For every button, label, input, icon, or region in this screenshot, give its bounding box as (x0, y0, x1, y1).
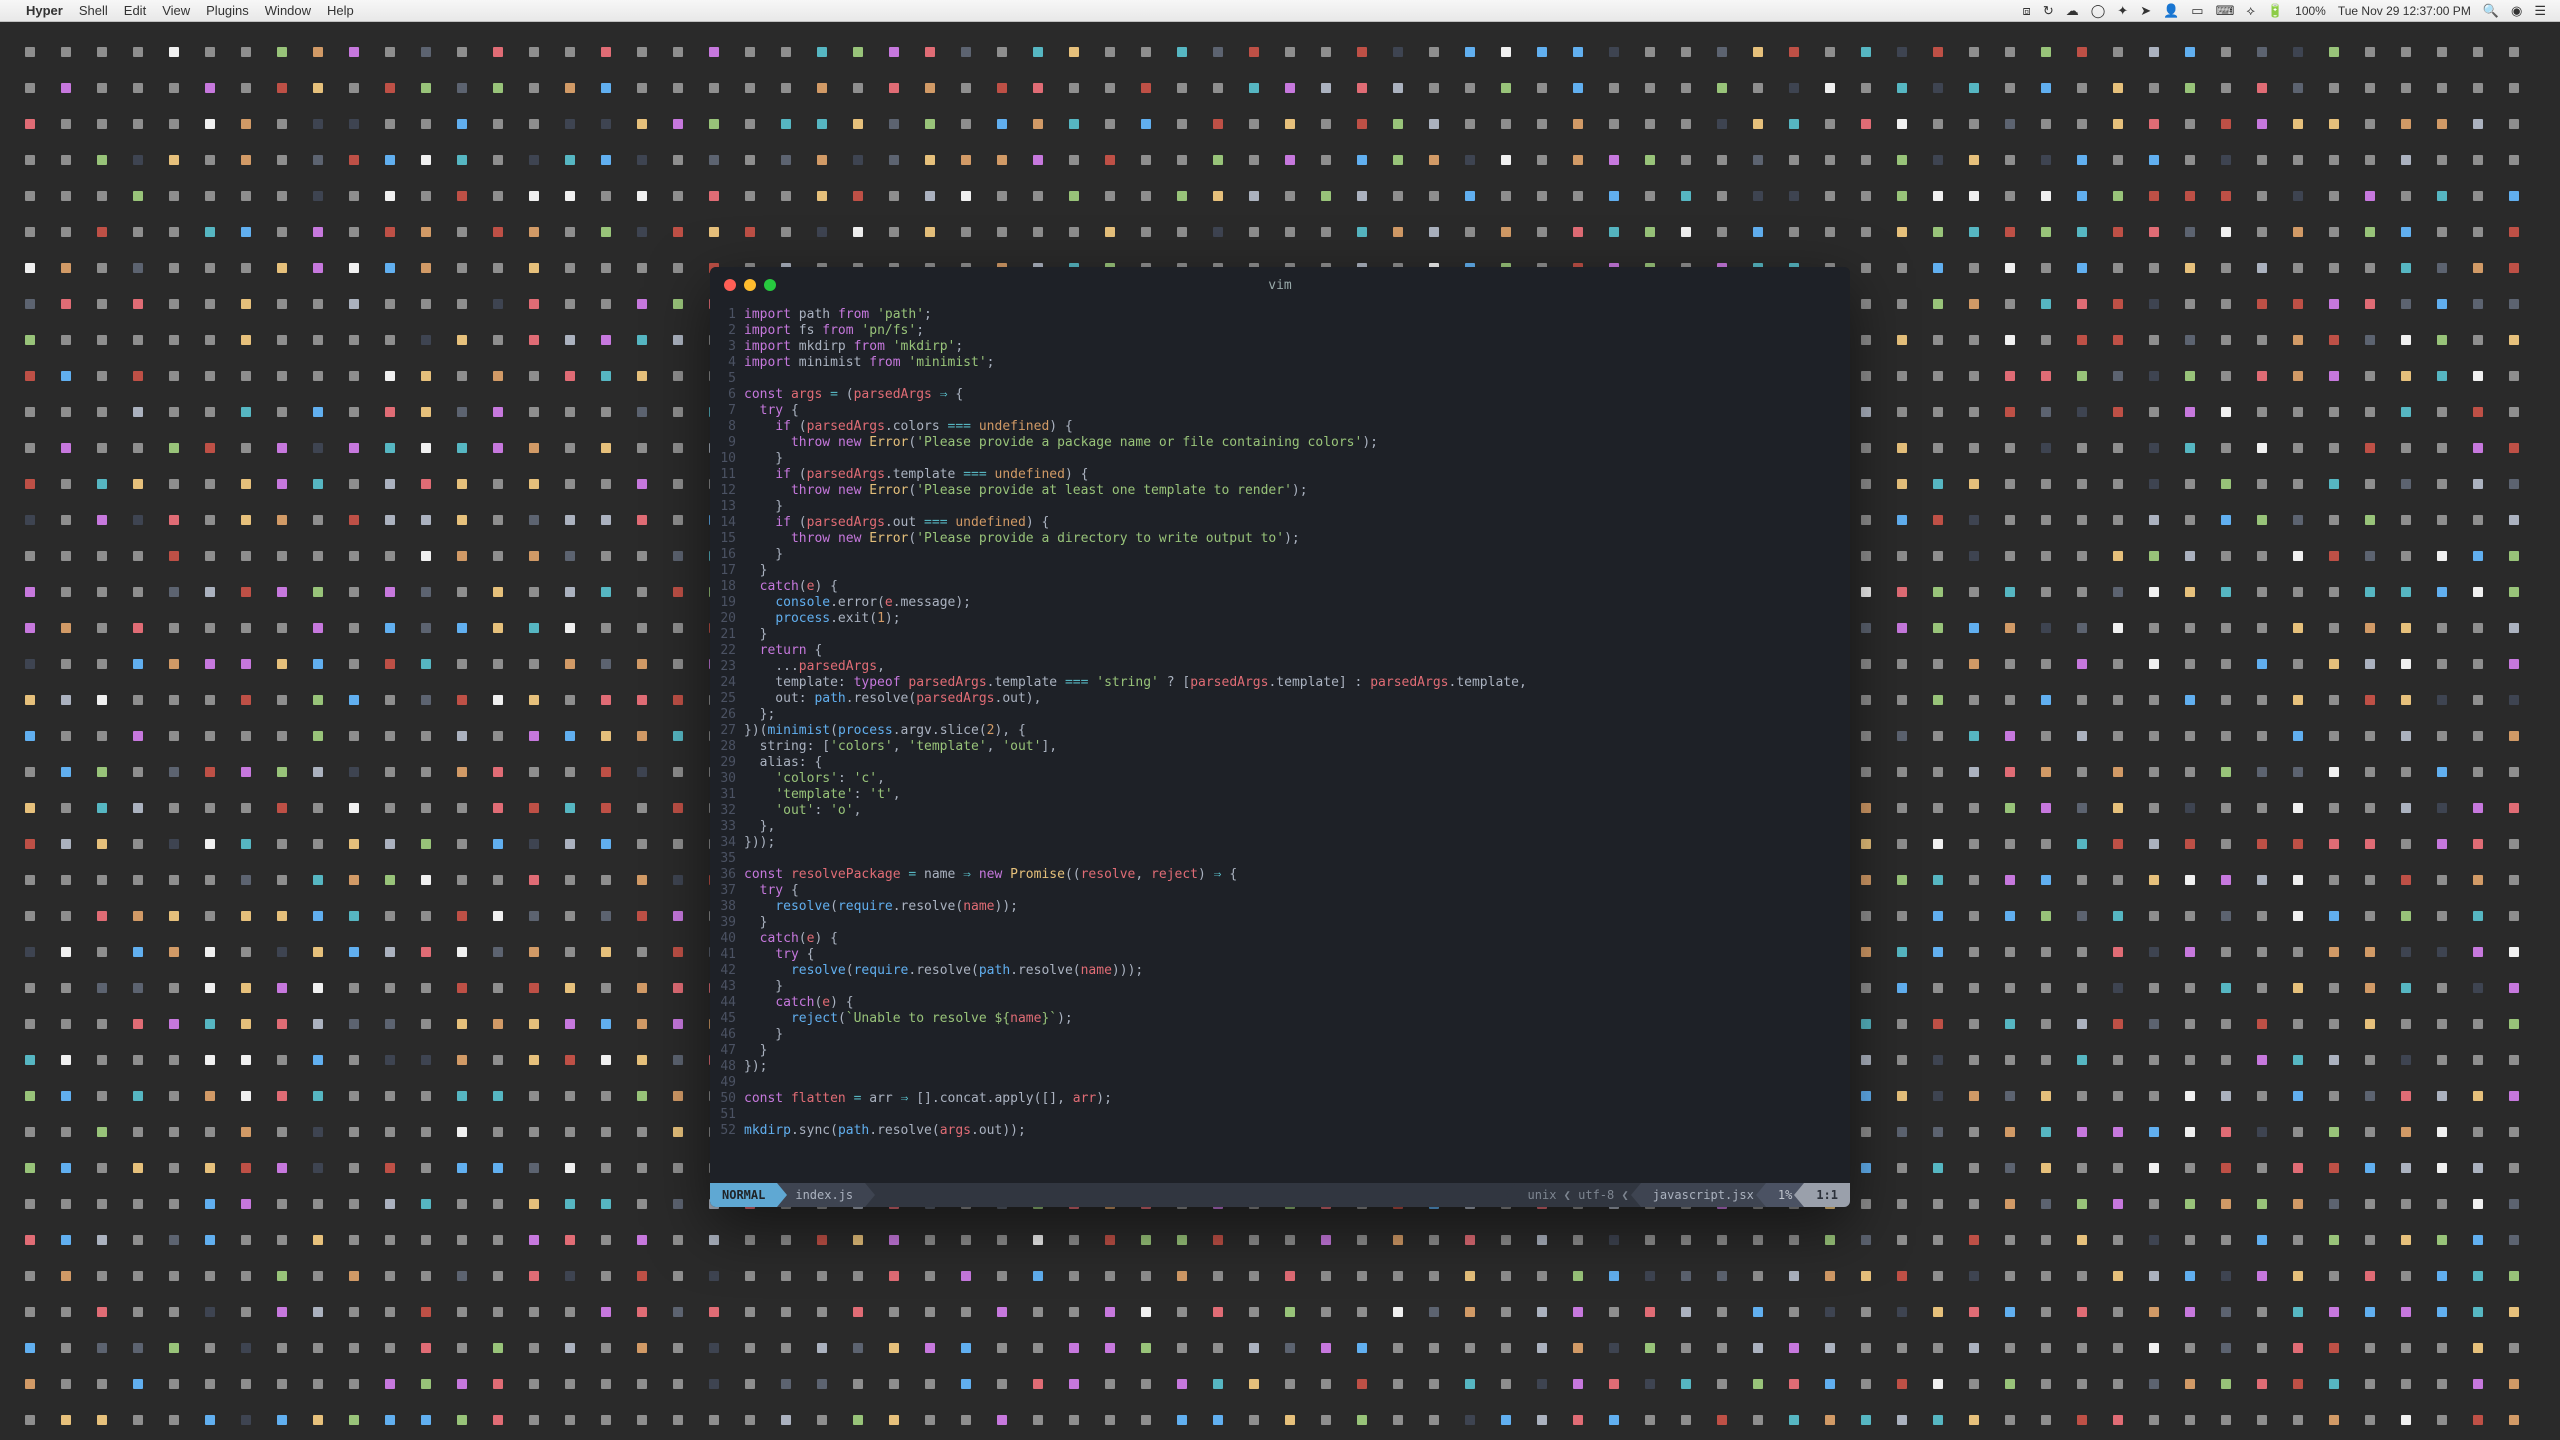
battery-percent: 100% (2295, 4, 2326, 18)
close-icon[interactable] (724, 279, 736, 291)
clock[interactable]: Tue Nov 29 12:37:00 PM (2338, 4, 2471, 18)
minimize-icon[interactable] (744, 279, 756, 291)
menu-window[interactable]: Window (265, 3, 311, 18)
display-icon[interactable]: ▭ (2191, 3, 2203, 19)
line-number-gutter: 1234567891011121314151617181920212223242… (710, 307, 744, 1183)
menu-shell[interactable]: Shell (79, 3, 108, 18)
menu-help[interactable]: Help (327, 3, 354, 18)
terminal-window: vim 123456789101112131415161718192021222… (710, 267, 1850, 1207)
siri-icon[interactable]: ◉ (2511, 3, 2522, 19)
menu-plugins[interactable]: Plugins (206, 3, 249, 18)
user-icon[interactable]: 👤 (2163, 3, 2179, 19)
status-encoding: unix ❮ utf-8 ❮ (1516, 1183, 1641, 1207)
cloud-icon[interactable]: ☁ (2066, 3, 2079, 19)
status-filename: index.js (777, 1183, 865, 1207)
status-position: 1:1 (1804, 1183, 1850, 1207)
app-name[interactable]: Hyper (26, 3, 63, 18)
wifi-icon[interactable]: ⟡ (2246, 3, 2255, 19)
menubar-right: ⧈ ↻ ☁ ◯ ✦ ➤ 👤 ▭ ⌨ ⟡ 🔋 100% Tue Nov 29 12… (2023, 3, 2546, 19)
window-titlebar[interactable]: vim (710, 267, 1850, 303)
window-title: vim (1268, 278, 1291, 293)
status-filetype: javascript.jsx (1641, 1183, 1766, 1207)
location-icon[interactable]: ➤ (2140, 3, 2151, 19)
desktop: vim 123456789101112131415161718192021222… (0, 22, 2560, 1440)
editor-pane[interactable]: 1234567891011121314151617181920212223242… (710, 303, 1850, 1183)
menu-edit[interactable]: Edit (124, 3, 146, 18)
spotlight-icon[interactable]: 🔍 (2483, 3, 2499, 19)
sync-icon[interactable]: ↻ (2043, 3, 2054, 19)
traffic-lights (724, 279, 776, 291)
dropbox-icon[interactable]: ⧈ (2023, 3, 2031, 19)
macos-menubar: Hyper Shell Edit View Plugins Window Hel… (0, 0, 2560, 22)
puzzle-icon[interactable]: ✦ (2117, 3, 2128, 19)
circle-icon[interactable]: ◯ (2091, 3, 2106, 19)
zoom-icon[interactable] (764, 279, 776, 291)
code-content[interactable]: import path from 'path';import fs from '… (744, 307, 1850, 1183)
menu-view[interactable]: View (162, 3, 190, 18)
keyboard-icon[interactable]: ⌨ (2216, 3, 2235, 19)
notification-center-icon[interactable]: ☰ (2534, 3, 2546, 19)
vim-statusline: NORMAL index.js unix ❮ utf-8 ❮ javascrip… (710, 1183, 1850, 1207)
battery-icon[interactable]: 🔋 (2267, 3, 2283, 19)
vim-mode: NORMAL (710, 1183, 777, 1207)
status-spacer (865, 1183, 1515, 1207)
